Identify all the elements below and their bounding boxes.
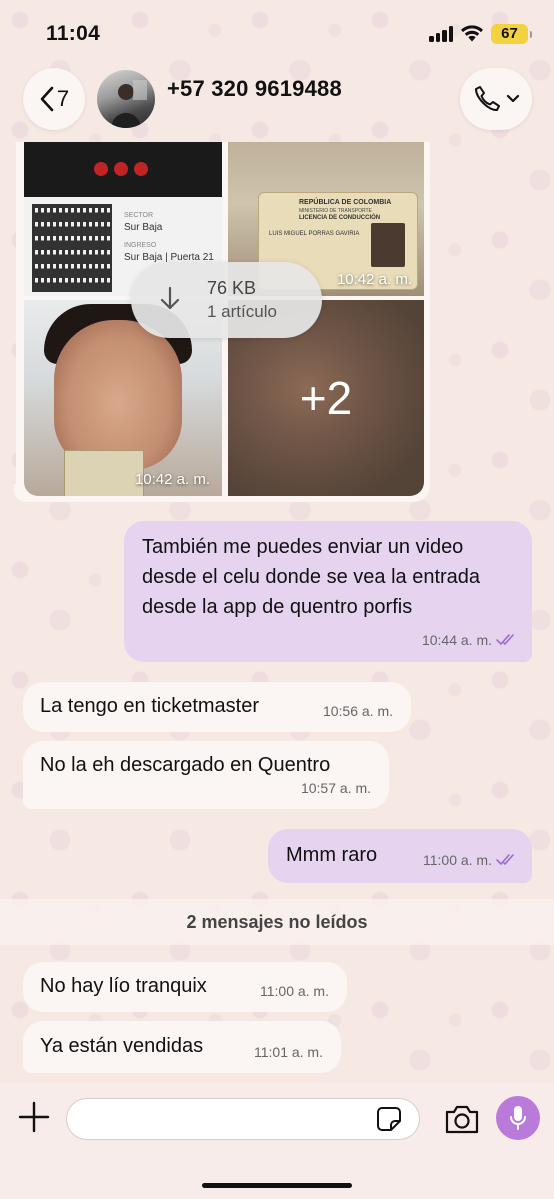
message-outgoing[interactable]: Mmm raro 11:00 a. m. (268, 829, 532, 883)
plus-icon[interactable] (14, 1097, 54, 1137)
wifi-icon (461, 25, 483, 42)
ticket-entry-label: INGRESO (124, 242, 157, 249)
message-time: 10:56 a. m. (322, 703, 393, 719)
selfie-face (54, 320, 182, 470)
license-title: LICENCIA DE CONDUCCIÓN (299, 215, 381, 221)
message-meta: 10:44 a. m. (422, 625, 516, 655)
message-text: No la eh descargado en Quentro (40, 754, 331, 776)
ticket-banner (24, 142, 222, 197)
status-time: 11:04 (46, 22, 101, 45)
message-text: La tengo en ticketmaster (40, 695, 260, 717)
license-ministry: MINISTERIO DE TRANSPORTE (299, 208, 372, 214)
ticket-sector-label: SECTOR (124, 212, 154, 219)
chevron-down-icon (506, 94, 520, 103)
call-button[interactable] (460, 68, 532, 130)
microphone-icon (510, 1106, 526, 1130)
cellular-signal-icon (429, 26, 455, 42)
message-meta: 11:00 a. m. (260, 976, 329, 1006)
read-ticks-icon (496, 854, 514, 865)
qr-code (32, 204, 112, 292)
message-outgoing[interactable]: También me puedes enviar un video desde … (124, 521, 532, 662)
message-meta: 10:56 a. m. (323, 696, 393, 726)
contact-avatar[interactable] (97, 70, 155, 128)
message-text: También me puedes enviar un video desde … (142, 536, 481, 618)
message-time: 11:00 a. m. (422, 852, 492, 868)
ticket-sector-value: Sur Baja (124, 222, 163, 233)
status-bar: 11:04 67 (0, 0, 554, 62)
battery-indicator: 67 (491, 24, 532, 44)
message-incoming[interactable]: La tengo en ticketmaster 10:56 a. m. (23, 682, 411, 732)
selfie-held-card (64, 450, 144, 496)
composer-bar (0, 1083, 554, 1199)
message-meta: 11:00 a. m. (423, 845, 516, 875)
unread-messages-banner: 2 mensajes no leídos (0, 899, 554, 945)
message-meta: 11:01 a. m. (254, 1037, 323, 1067)
back-button[interactable]: 7 (23, 68, 85, 130)
message-time: 11:01 a. m. (253, 1044, 323, 1060)
message-time: 10:44 a. m. (421, 632, 492, 648)
unread-chats-count: 7 (56, 86, 70, 111)
message-text: No hay lío tranquix (40, 975, 207, 997)
sticker-icon[interactable] (374, 1104, 404, 1134)
media-timestamp-bottom: 10:42 a. m. (134, 471, 210, 488)
download-button[interactable]: 76 KB 1 artículo (131, 262, 322, 338)
license-photo (371, 223, 405, 267)
microphone-button[interactable] (496, 1096, 540, 1140)
contact-name[interactable]: +57 320 9619488 (167, 76, 342, 102)
camera-icon[interactable] (443, 1102, 481, 1136)
message-incoming[interactable]: No la eh descargado en Quentro 10:57 a. … (23, 741, 389, 809)
avatar-photo (111, 80, 147, 128)
download-size: 76 KB (207, 278, 257, 298)
chat-header: 7 +57 320 9619488 (0, 62, 554, 142)
message-incoming[interactable]: Ya están vendidas 11:01 a. m. (23, 1021, 341, 1073)
download-icon (160, 286, 180, 310)
message-text: Ya están vendidas (40, 1035, 204, 1057)
message-time: 10:57 a. m. (300, 780, 371, 796)
message-input[interactable] (66, 1098, 420, 1140)
message-time: 11:00 a. m. (259, 983, 329, 999)
license-holder: LUIS MIGUEL PORRAS GAVIRIA (269, 231, 360, 237)
back-chevron-icon (40, 86, 54, 112)
phone-icon (475, 86, 500, 111)
read-ticks-icon (496, 634, 514, 645)
download-items-count: 1 artículo (207, 302, 277, 321)
message-meta: 10:57 a. m. (301, 773, 371, 803)
message-incoming[interactable]: No hay lío tranquix 11:00 a. m. (23, 962, 347, 1012)
home-indicator (202, 1183, 352, 1188)
license-country: REPÚBLICA DE COLOMBIA (299, 199, 392, 206)
message-text: Mmm raro (286, 844, 378, 866)
media-timestamp-top: 10:42 a. m. (336, 271, 412, 288)
